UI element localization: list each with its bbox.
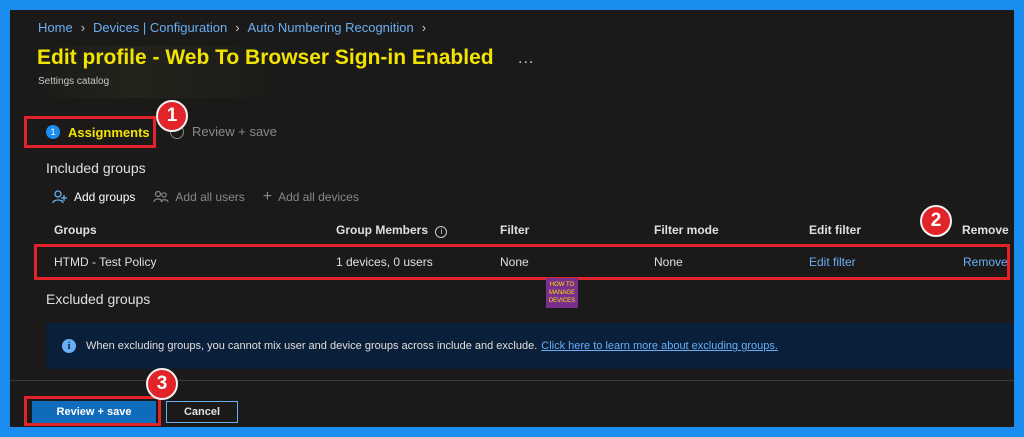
table-cell-group: HTMD - Test Policy (54, 255, 157, 269)
annotation-badge-3: 3 (146, 368, 178, 400)
users-icon (153, 190, 169, 203)
info-icon: i (62, 339, 76, 353)
info-message-text: When excluding groups, you cannot mix us… (86, 340, 538, 352)
add-all-devices-button[interactable]: + Add all devices (263, 188, 359, 206)
add-person-icon (52, 190, 67, 204)
annotation-box-assignments (24, 116, 156, 148)
chevron-right-icon: › (80, 20, 86, 35)
add-groups-label: Add groups (74, 190, 136, 204)
chevron-right-icon: › (235, 20, 240, 35)
chevron-right-icon: › (421, 20, 427, 35)
more-options-icon[interactable]: ... (518, 50, 534, 68)
add-all-users-button[interactable]: Add all users (153, 190, 245, 204)
add-all-devices-label: Add all devices (278, 190, 359, 204)
included-groups-heading: Included groups (46, 160, 146, 176)
column-header-edit-filter: Edit filter (809, 223, 862, 237)
breadcrumb: Home › Devices | Configuration › Auto Nu… (38, 20, 434, 35)
column-header-remove: Remove (962, 223, 1009, 237)
excluded-groups-heading: Excluded groups (46, 291, 151, 307)
tab-review-label: Review + save (192, 124, 277, 139)
watermark-logo: HOW TO MANAGE DEVICES (546, 278, 578, 308)
cancel-button[interactable]: Cancel (166, 401, 238, 423)
column-header-group-members-label: Group Members (336, 223, 429, 237)
edit-filter-link[interactable]: Edit filter (809, 255, 856, 269)
annotation-box-review-save (24, 396, 161, 426)
add-groups-button[interactable]: Add groups (52, 190, 135, 204)
breadcrumb-auto-numbering[interactable]: Auto Numbering Recognition (248, 20, 414, 35)
column-header-filter: Filter (500, 223, 530, 237)
column-header-filter-mode: Filter mode (654, 223, 719, 237)
info-icon[interactable]: i (435, 226, 448, 238)
annotation-badge-2: 2 (920, 205, 952, 237)
table-cell-filter: None (500, 255, 529, 269)
annotation-badge-1: 1 (156, 100, 188, 132)
table-cell-filter-mode: None (654, 255, 683, 269)
tab-review-save[interactable]: Review + save (170, 124, 277, 139)
remove-link[interactable]: Remove (963, 255, 1008, 269)
info-message-bar: i When excluding groups, you cannot mix … (46, 323, 1014, 369)
column-header-groups: Groups (54, 223, 97, 237)
add-all-users-label: Add all users (175, 190, 245, 204)
breadcrumb-home[interactable]: Home (38, 20, 73, 35)
table-cell-members: 1 devices, 0 users (336, 255, 433, 269)
plus-icon: + (262, 188, 273, 205)
learn-more-link[interactable]: Click here to learn more about excluding… (541, 340, 778, 352)
page-title: Edit profile - Web To Browser Sign-in En… (37, 46, 494, 69)
included-toolbar: Add groups Add all users + Add all devic… (52, 188, 359, 206)
column-header-group-members: Group Members i (336, 223, 448, 238)
portal-frame: Home › Devices | Configuration › Auto Nu… (10, 10, 1014, 427)
breadcrumb-devices-configuration[interactable]: Devices | Configuration (93, 20, 227, 35)
page-subtitle: Settings catalog (38, 76, 110, 87)
